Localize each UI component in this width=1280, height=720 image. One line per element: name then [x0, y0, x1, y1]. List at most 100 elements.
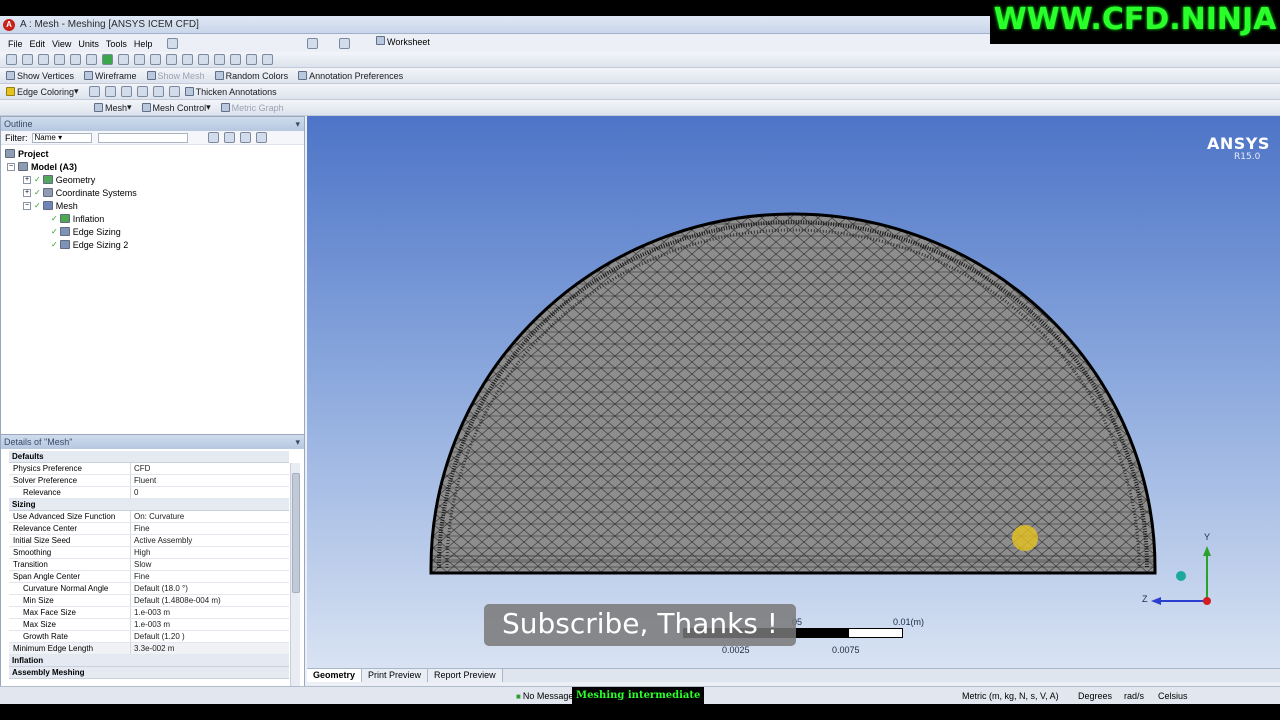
thicken-annotations-button[interactable]: Thicken Annotations: [184, 87, 277, 97]
menu-help[interactable]: Help: [134, 39, 153, 49]
status-units[interactable]: Metric (m, kg, N, s, V, A): [962, 691, 1059, 701]
detail-value[interactable]: Active Assembly: [131, 535, 289, 546]
metric-graph-button[interactable]: Metric Graph: [220, 103, 284, 113]
detail-row[interactable]: Curvature Normal Angle Default (18.0 °): [9, 583, 289, 595]
expand-icon[interactable]: +: [23, 188, 31, 197]
detail-value[interactable]: CFD: [131, 463, 289, 474]
edge-style-1-icon[interactable]: [88, 86, 100, 97]
filter-input[interactable]: [97, 132, 188, 143]
detail-value[interactable]: 0: [131, 487, 289, 498]
table-icon[interactable]: [339, 38, 351, 49]
filter-search-icon[interactable]: [207, 132, 219, 143]
detail-value[interactable]: Default (1.4808e-004 m): [131, 595, 289, 606]
show-mesh-button[interactable]: Show Mesh: [146, 71, 205, 81]
detail-row[interactable]: Relevance Center Fine: [9, 523, 289, 535]
pin-icon[interactable]: ▾: [295, 117, 300, 131]
random-colors-button[interactable]: Random Colors: [214, 71, 288, 81]
menu-units[interactable]: Units: [78, 39, 99, 49]
section-inflation[interactable]: Inflation: [9, 655, 289, 667]
tree-node-inflation[interactable]: ✓ Inflation: [1, 212, 304, 225]
detail-value[interactable]: 1.e-003 m: [131, 607, 289, 618]
zoom-fit-icon[interactable]: [182, 54, 193, 65]
magnifier-icon[interactable]: [198, 54, 209, 65]
detail-value[interactable]: Fine: [131, 571, 289, 582]
status-rate[interactable]: rad/s: [1124, 691, 1144, 701]
edge-style-3-icon[interactable]: [120, 86, 132, 97]
detail-value[interactable]: On: Curvature: [131, 511, 289, 522]
detail-row[interactable]: Max Face Size 1.e-003 m: [9, 607, 289, 619]
detail-row[interactable]: Relevance 0: [9, 487, 289, 499]
previous-view-icon[interactable]: [214, 54, 225, 65]
graph-icon[interactable]: [307, 38, 319, 49]
status-temperature[interactable]: Celsius: [1158, 691, 1188, 701]
detail-value[interactable]: Slow: [131, 559, 289, 570]
tree-node-model[interactable]: − Model (A3): [1, 160, 304, 173]
detail-row[interactable]: Physics Preference CFD: [9, 463, 289, 475]
expand-icon[interactable]: +: [23, 175, 31, 184]
select-point-icon[interactable]: [6, 54, 17, 65]
section-assembly-meshing[interactable]: Assembly Meshing: [9, 667, 289, 679]
edge-style-4-icon[interactable]: [136, 86, 148, 97]
pin-icon[interactable]: ▾: [295, 435, 300, 449]
filter-next-icon[interactable]: [239, 132, 251, 143]
select-edge-icon[interactable]: [22, 54, 33, 65]
detail-value[interactable]: Fluent: [131, 475, 289, 486]
detail-value[interactable]: 1.e-003 m: [131, 619, 289, 630]
detail-value[interactable]: High: [131, 547, 289, 558]
annotation-prefs-button[interactable]: Annotation Preferences: [298, 71, 403, 81]
section-defaults[interactable]: Defaults: [9, 451, 289, 463]
details-scrollbar[interactable]: [290, 463, 300, 693]
filter-select[interactable]: Name ▾: [31, 132, 92, 143]
edge-style-6-icon[interactable]: [168, 86, 180, 97]
detail-value[interactable]: Default (18.0 °): [131, 583, 289, 594]
zoom-icon[interactable]: [150, 54, 161, 65]
detail-row[interactable]: Transition Slow: [9, 559, 289, 571]
extend-icon[interactable]: [86, 54, 97, 65]
tree-node-project[interactable]: Project: [1, 147, 304, 160]
collapse-icon[interactable]: −: [7, 162, 15, 171]
tree-node-geometry[interactable]: + ✓ Geometry: [1, 173, 304, 186]
next-view-icon[interactable]: [230, 54, 241, 65]
tree-node-mesh[interactable]: − ✓ Mesh: [1, 199, 304, 212]
edge-coloring-button[interactable]: Edge Coloring ▾: [6, 86, 79, 97]
viewport-icon[interactable]: [262, 54, 273, 65]
graphics-viewport[interactable]: Y Z: [307, 116, 1280, 669]
collapse-icon[interactable]: −: [23, 201, 31, 210]
tree-node-edge-sizing-2[interactable]: ✓ Edge Sizing 2: [1, 238, 304, 251]
scrollbar-thumb[interactable]: [292, 473, 300, 593]
menu-edit[interactable]: Edit: [30, 39, 46, 49]
tree-node-coordinate-systems[interactable]: + ✓ Coordinate Systems: [1, 186, 304, 199]
detail-row[interactable]: Growth Rate Default (1.20 ): [9, 631, 289, 643]
filter-expand-icon[interactable]: [223, 132, 235, 143]
detail-row[interactable]: Smoothing High: [9, 547, 289, 559]
mesh-control-button[interactable]: Mesh Control ▾: [141, 102, 211, 113]
wireframe-button[interactable]: Wireframe: [84, 71, 137, 81]
green-body-icon[interactable]: [102, 54, 113, 65]
mesh-button[interactable]: Mesh ▾: [94, 102, 132, 113]
detail-row[interactable]: Use Advanced Size Function On: Curvature: [9, 511, 289, 523]
status-messages[interactable]: ■ No Messages: [516, 691, 578, 701]
tab-print-preview[interactable]: Print Preview: [362, 669, 429, 682]
select-mode-icon[interactable]: [38, 54, 49, 65]
worksheet-button[interactable]: Worksheet: [376, 36, 430, 47]
edge-style-2-icon[interactable]: [104, 86, 116, 97]
tab-geometry[interactable]: Geometry: [307, 669, 363, 682]
filter-clear-icon[interactable]: [255, 132, 267, 143]
detail-row[interactable]: Solver Preference Fluent: [9, 475, 289, 487]
detail-value[interactable]: Fine: [131, 523, 289, 534]
pan-icon[interactable]: [134, 54, 145, 65]
select-face-icon[interactable]: [54, 54, 65, 65]
status-angle[interactable]: Degrees: [1078, 691, 1112, 701]
edge-style-5-icon[interactable]: [152, 86, 164, 97]
detail-row[interactable]: Initial Size Seed Active Assembly: [9, 535, 289, 547]
isometric-icon[interactable]: [246, 54, 257, 65]
detail-row[interactable]: Minimum Edge Length 3.3e-002 m: [9, 643, 289, 655]
select-body-icon[interactable]: [70, 54, 81, 65]
detail-value[interactable]: Default (1.20 ): [131, 631, 289, 642]
menu-view[interactable]: View: [52, 39, 71, 49]
zoom-box-icon[interactable]: [166, 54, 177, 65]
menu-file[interactable]: File: [8, 39, 23, 49]
tab-report-preview[interactable]: Report Preview: [428, 669, 503, 682]
section-sizing[interactable]: Sizing: [9, 499, 289, 511]
menu-tools[interactable]: Tools: [106, 39, 127, 49]
